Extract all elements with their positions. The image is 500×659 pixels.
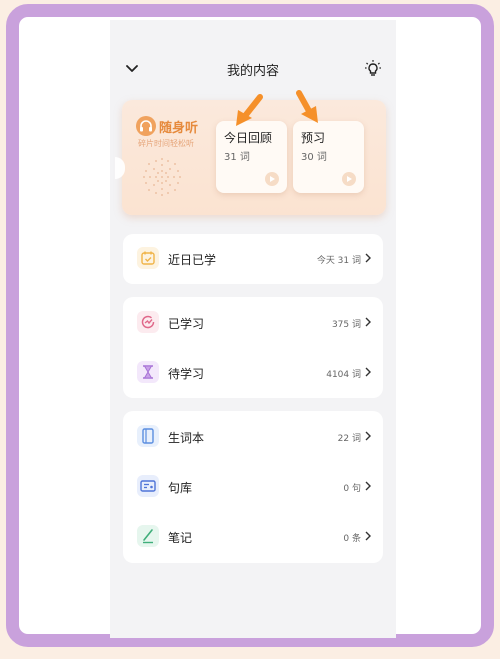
row-value: 今天 31 词 <box>316 256 361 266</box>
hourglass-icon <box>137 361 159 383</box>
chevron-right-icon <box>365 317 371 327</box>
chevron-right-icon <box>365 431 371 441</box>
card-icon <box>137 475 159 497</box>
chevron-right-icon <box>365 531 371 541</box>
row-label: 待学习 <box>168 367 205 381</box>
card-count: 30 词 <box>301 152 327 163</box>
row-label: 已学习 <box>168 317 205 331</box>
row-value: 0 条 <box>343 534 361 544</box>
calendar-check-icon <box>137 247 159 269</box>
collection-section: 生词本 22 词 句库 0 句 笔记 0 条 <box>123 411 383 563</box>
row-label: 句库 <box>168 481 193 495</box>
top-bar: 我的内容 <box>110 52 396 86</box>
list-item-recent[interactable]: 近日已学 今天 31 词 <box>123 234 383 284</box>
brand-name: 随身听 <box>159 121 199 136</box>
play-icon[interactable] <box>265 172 279 186</box>
chevron-right-icon <box>365 481 371 491</box>
brand-slogan: 碎片时间轻松听 <box>138 139 194 148</box>
list-item-to-learn[interactable]: 待学习 4104 词 <box>123 348 383 398</box>
progress-icon <box>137 311 159 333</box>
progress-section: 已学习 375 词 待学习 4104 词 <box>123 297 383 398</box>
list-item-notes[interactable]: 笔记 0 条 <box>123 512 383 562</box>
headphones-icon <box>136 116 156 136</box>
row-value: 22 词 <box>337 434 361 444</box>
row-value: 0 句 <box>343 484 361 494</box>
annotation-arrow-icon <box>236 94 263 126</box>
lightbulb-icon[interactable] <box>364 59 382 79</box>
row-value: 4104 词 <box>326 370 361 380</box>
page-title: 我的内容 <box>226 64 279 79</box>
preview-card[interactable]: 预习 30 词 <box>293 121 364 193</box>
play-icon[interactable] <box>342 172 356 186</box>
recent-section: 近日已学 今天 31 词 <box>123 234 383 284</box>
row-label: 近日已学 <box>168 253 217 267</box>
row-label: 生词本 <box>168 431 205 445</box>
pen-icon <box>137 525 159 547</box>
annotation-arrow-icon <box>296 90 318 123</box>
chevron-right-icon <box>365 367 371 377</box>
review-today-card[interactable]: 今日回顾 31 词 <box>216 121 287 193</box>
notebook-icon <box>137 425 159 447</box>
row-value: 375 词 <box>331 320 361 330</box>
sound-wave-decoration <box>143 158 181 196</box>
list-item-sentence-bank[interactable]: 句库 0 句 <box>123 462 383 512</box>
card-title: 预习 <box>301 131 326 145</box>
chevron-right-icon <box>365 253 371 263</box>
row-label: 笔记 <box>168 531 193 545</box>
card-count: 31 词 <box>224 152 250 163</box>
card-title: 今日回顾 <box>224 131 273 145</box>
list-item-learned[interactable]: 已学习 375 词 <box>123 298 383 348</box>
list-item-vocab-book[interactable]: 生词本 22 词 <box>123 412 383 462</box>
